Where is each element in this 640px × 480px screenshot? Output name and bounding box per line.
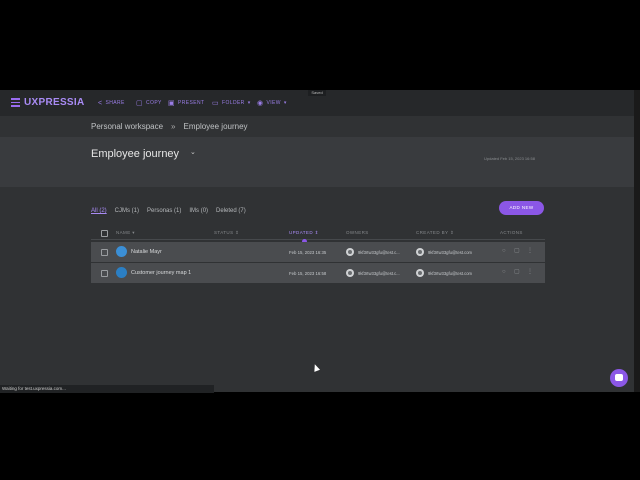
owner-user-icon (346, 248, 354, 256)
duplicate-icon[interactable]: ▢ (514, 269, 520, 276)
sort-icon: ⇕ (235, 230, 240, 235)
share-icon: < (98, 99, 103, 107)
folder-label: FOLDER (222, 100, 245, 106)
items-table: NAME ▾ STATUS ⇕ UPDATED ⇕ OWNERS CREATED… (91, 227, 545, 283)
duplicate-icon[interactable]: ▢ (514, 248, 520, 255)
column-updated[interactable]: UPDATED ⇕ (289, 230, 319, 236)
filter-tab-personas[interactable]: Personas (1) (147, 208, 181, 214)
present-label: PRESENT (178, 100, 205, 106)
row-updated: Feb 15, 2023 16:58 (289, 271, 327, 276)
owner-user-icon (346, 269, 354, 277)
persona-avatar (116, 246, 127, 257)
breadcrumb-separator: » (171, 122, 176, 131)
comment-icon[interactable]: ○ (502, 248, 506, 255)
hamburger-menu-icon[interactable] (11, 98, 20, 107)
row-name[interactable]: Natalie Mayr (131, 249, 162, 255)
select-all-checkbox[interactable] (101, 230, 108, 237)
more-options-icon[interactable]: ⋮ (527, 269, 533, 276)
creator-user-icon (416, 248, 424, 256)
add-new-button[interactable]: ADD NEW (499, 201, 544, 215)
filter-tab-ims[interactable]: IMs (0) (189, 208, 208, 214)
chevron-down-icon: ▾ (247, 100, 251, 106)
present-icon: ▣ (168, 99, 176, 107)
filter-tab-cjms[interactable]: CJMs (1) (115, 208, 139, 214)
view-label: VIEW (266, 100, 281, 106)
table-row[interactable]: Customer journey map 1 Feb 15, 2023 16:5… (91, 263, 545, 283)
page-title[interactable]: Employee journey (91, 148, 179, 160)
updated-timestamp: Updated Feb 15, 2023 16:58 (484, 156, 535, 161)
title-chevron-down-icon[interactable]: ⌄ (190, 148, 196, 156)
journey-map-icon (116, 267, 127, 278)
browser-status-bar: Waiting for test.uxpressia.com... (0, 385, 214, 393)
present-button[interactable]: ▣ PRESENT (168, 99, 205, 107)
column-created-by-label: CREATED BY (416, 230, 449, 235)
row-checkbox[interactable] (101, 249, 108, 256)
row-updated: Feb 15, 2023 16:35 (289, 250, 327, 255)
column-status-label: STATUS (214, 230, 234, 235)
window-scrollbar[interactable] (634, 90, 640, 392)
row-owner: 9kf3rtw33gfu@test.c... (358, 250, 400, 255)
sort-icon: ⇕ (450, 230, 455, 235)
comment-icon[interactable]: ○ (502, 269, 506, 276)
header-band (0, 137, 634, 187)
row-created-by: 9kf3rtw33gfu@test.com (428, 271, 473, 276)
column-name-label: NAME (116, 230, 131, 235)
table-row[interactable]: Natalie Mayr Feb 15, 2023 16:35 9kf3rtw3… (91, 242, 545, 262)
sort-arrow-icon: ▾ (132, 230, 135, 235)
column-status[interactable]: STATUS ⇕ (214, 230, 239, 236)
share-label: SHARE (105, 100, 125, 106)
breadcrumb: Personal workspace » Employee journey (91, 122, 248, 131)
chevron-down-icon: ▾ (283, 100, 287, 106)
column-name[interactable]: NAME ▾ (116, 230, 135, 236)
chat-support-icon[interactable] (610, 369, 628, 387)
folder-dropdown[interactable]: ▭ FOLDER ▾ (212, 99, 251, 107)
copy-button[interactable]: ▢ COPY (136, 99, 162, 107)
folder-icon: ▭ (212, 99, 220, 107)
column-actions: ACTIONS (500, 230, 523, 235)
view-dropdown[interactable]: ◉ VIEW ▾ (257, 99, 287, 107)
column-created-by[interactable]: CREATED BY ⇕ (416, 230, 454, 236)
column-owners: OWNERS (346, 230, 369, 235)
filter-tab-all[interactable]: All (2) (91, 208, 107, 214)
column-updated-label: UPDATED (289, 230, 313, 235)
share-button[interactable]: < SHARE (98, 99, 125, 107)
creator-user-icon (416, 269, 424, 277)
sort-icon: ⇕ (314, 230, 319, 235)
breadcrumb-current: Employee journey (183, 122, 248, 131)
copy-icon: ▢ (136, 99, 144, 107)
more-options-icon[interactable]: ⋮ (527, 248, 533, 255)
app-window: UXPRESSIA < SHARE ▢ COPY ▣ PRESENT ▭ FOL… (0, 90, 634, 392)
filter-tabs: All (2) CJMs (1) Personas (1) IMs (0) De… (91, 208, 246, 214)
row-name[interactable]: Customer journey map 1 (131, 270, 191, 276)
table-header: NAME ▾ STATUS ⇕ UPDATED ⇕ OWNERS CREATED… (91, 227, 545, 244)
eye-icon: ◉ (257, 99, 264, 107)
saved-indicator: Saved (308, 90, 326, 96)
row-created-by: 9kf3rtw33gfu@test.com (428, 250, 473, 255)
row-owner: 9kf3rtw33gfu@test.c... (358, 271, 400, 276)
top-toolbar: UXPRESSIA < SHARE ▢ COPY ▣ PRESENT ▭ FOL… (0, 90, 634, 116)
filter-tab-deleted[interactable]: Deleted (7) (216, 208, 246, 214)
breadcrumb-workspace[interactable]: Personal workspace (91, 122, 163, 131)
copy-label: COPY (146, 100, 162, 106)
row-checkbox[interactable] (101, 270, 108, 277)
app-logo[interactable]: UXPRESSIA (24, 97, 85, 108)
